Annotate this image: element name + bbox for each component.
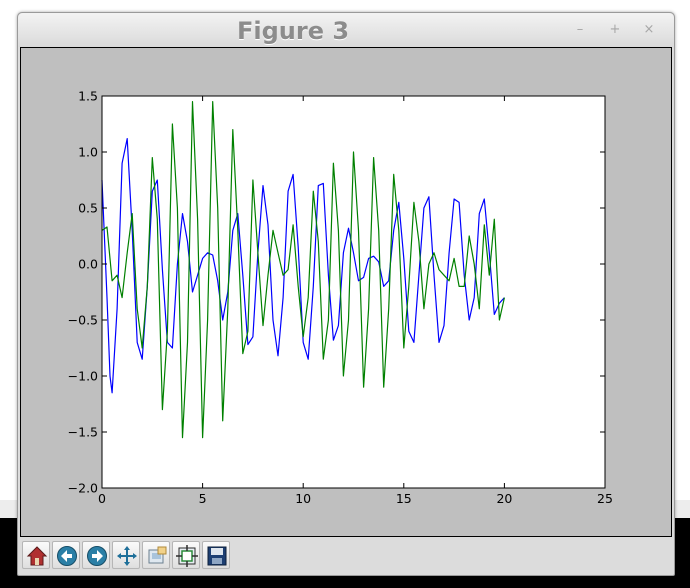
x-tick-label: 25 bbox=[597, 491, 613, 506]
chart-svg[interactable]: 0 5 10 15 20 25 1.5 1.0 0.5 0.0 −0.5 −1.0 −1.5 −2.0 bbox=[21, 48, 671, 536]
save-button[interactable] bbox=[202, 541, 230, 569]
home-button[interactable] bbox=[22, 541, 50, 569]
x-tick-label: 10 bbox=[295, 491, 311, 506]
back-arrow-icon bbox=[57, 546, 77, 566]
pan-move-icon bbox=[117, 546, 137, 566]
configure-subplots-icon bbox=[176, 545, 198, 567]
y-tick-label: −1.0 bbox=[68, 369, 98, 384]
title-bar[interactable]: Figure 3 – + × bbox=[18, 13, 674, 47]
zoom-rect-icon bbox=[148, 546, 167, 564]
home-icon bbox=[26, 546, 48, 566]
y-tick-label: −0.5 bbox=[68, 313, 98, 328]
save-floppy-icon bbox=[207, 546, 227, 566]
y-tick-label: −2.0 bbox=[68, 481, 98, 496]
subplots-button[interactable] bbox=[172, 541, 200, 569]
figure-window: Figure 3 – + × 0 5 10 15 20 25 1.5 1.0 0.5 0.0 −0.… bbox=[17, 12, 675, 576]
y-tick-label: 0.5 bbox=[78, 201, 98, 216]
forward-button[interactable] bbox=[82, 541, 110, 569]
x-tick-label: 0 bbox=[98, 491, 106, 506]
back-button[interactable] bbox=[52, 541, 80, 569]
window-title: Figure 3 bbox=[236, 17, 350, 45]
y-tick-label: 1.5 bbox=[78, 89, 98, 104]
y-tick-label: −1.5 bbox=[68, 425, 98, 440]
figure-canvas[interactable]: 0 5 10 15 20 25 1.5 1.0 0.5 0.0 −0.5 −1.0 −1.5 −2.0 bbox=[20, 47, 672, 537]
minimize-button[interactable]: – bbox=[570, 20, 590, 40]
zoom-button[interactable] bbox=[142, 541, 170, 569]
x-tick-label: 20 bbox=[496, 491, 512, 506]
y-tick-label: 0.0 bbox=[78, 257, 98, 272]
forward-arrow-icon bbox=[87, 546, 107, 566]
y-tick-label: 1.0 bbox=[78, 145, 98, 160]
maximize-button[interactable]: + bbox=[605, 20, 625, 40]
x-tick-label: 5 bbox=[199, 491, 207, 506]
close-button[interactable]: × bbox=[639, 20, 659, 40]
navigation-toolbar bbox=[22, 539, 670, 571]
pan-button[interactable] bbox=[112, 541, 140, 569]
x-tick-label: 15 bbox=[396, 491, 412, 506]
